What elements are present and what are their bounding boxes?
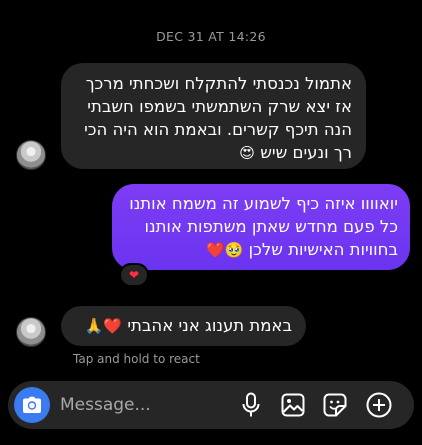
microphone-icon [242,392,260,417]
microphone-button[interactable] [238,392,264,418]
sender-avatar[interactable] [16,140,46,170]
heart-eyes-emoji: 😍 [239,144,255,162]
message-line: באמת תענוג אני אהבתי ❤️🙏 [75,314,292,338]
message-line-text: בחוויות האישיות שלכן [248,240,398,259]
plus-icon [366,392,392,418]
camera-button[interactable] [14,387,50,423]
message-timestamp: DEC 31 AT 14:26 [156,29,266,44]
message-line-text: באמת תענוג אני אהבתי [127,316,292,335]
message-input[interactable] [60,391,230,419]
message-line-last: בחוויות האישיות שלכן 🥹❤️ [124,238,398,262]
camera-icon [23,396,41,413]
gallery-button[interactable] [280,392,306,418]
emoji-group: ❤️🙏 [84,317,123,335]
gallery-icon [281,393,305,417]
message-line-text: רך ונעים שיש [260,143,352,162]
message-composer [8,381,414,429]
heart-icon: ❤ [128,268,140,282]
chat-screen: DEC 31 AT 14:26 אתמול נכנסתי להתקלח ושכח… [0,0,422,445]
outgoing-message-bubble[interactable]: יואוווו איזה כיף לשמוע זה משמח אותנו כל … [112,184,410,270]
incoming-message-bubble[interactable]: באמת תענוג אני אהבתי ❤️🙏 [61,306,306,346]
message-line: הנה תיכף קשרים. ובאמת הוא היה הכי [84,120,352,139]
message-line: כל פעם מחדש שאתן משתפות אותנו [144,217,398,236]
sticker-icon [323,393,347,417]
message-line: אז יצא שרק השתמשתי בשמפו חשבתי [87,97,352,116]
emoji-group: 🥹❤️ [206,241,244,259]
sticker-button[interactable] [322,392,348,418]
react-hint: Tap and hold to react [73,352,200,366]
incoming-message-bubble[interactable]: אתמול נכנסתי להתקלח ושכחתי מרכך אז יצא ש… [61,63,366,169]
heart-reaction-badge[interactable]: ❤ [119,263,149,287]
sender-avatar[interactable] [16,317,46,347]
message-line: יואוווו איזה כיף לשמוע זה משמח אותנו [129,194,398,213]
more-options-button[interactable] [366,392,392,418]
message-line-last: רך ונעים שיש 😍 [73,141,352,165]
message-line: אתמול נכנסתי להתקלח ושכחתי מרכך [85,74,352,93]
